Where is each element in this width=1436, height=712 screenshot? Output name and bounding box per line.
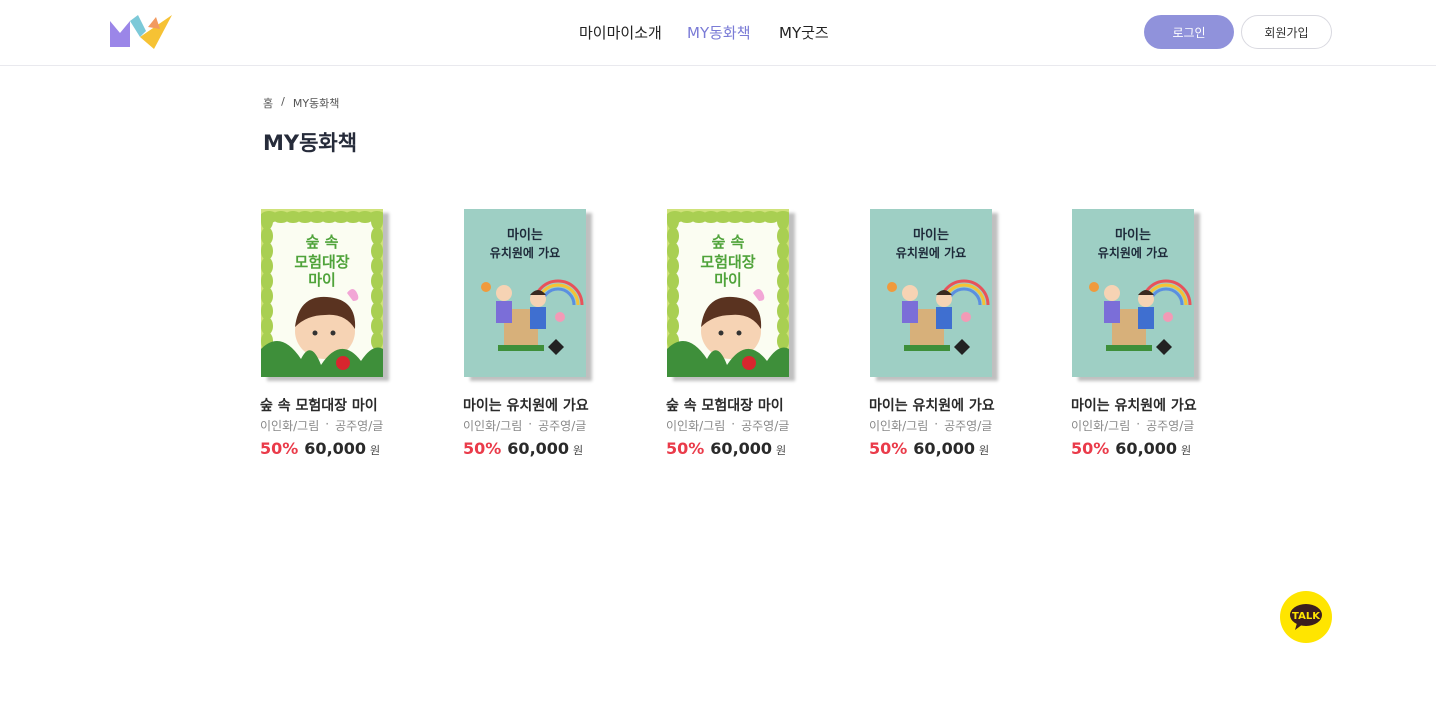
cover-illustration: 마이는유치원에 가요 [870, 209, 992, 377]
breadcrumb-separator: / [281, 95, 285, 108]
writer: 공주영/글 [538, 419, 587, 433]
bullet: · [934, 417, 939, 431]
writer: 공주영/글 [944, 419, 993, 433]
price-unit: 원 [573, 444, 584, 457]
nav-about[interactable]: 마이마이소개 [579, 22, 662, 43]
book-cover[interactable]: 마이는유치원에 가요 [462, 208, 598, 382]
product-price: 50% 60,000 원 [260, 439, 380, 458]
product-authors: 이인화/그림 · 공주영/글 [1071, 417, 1194, 434]
cover-title-line: 유치원에 가요 [896, 245, 966, 260]
cover-title-line: 숲 속 [712, 233, 745, 251]
cover-title-line: 모험대장 [294, 253, 349, 271]
product-price: 50% 60,000 원 [1071, 439, 1191, 458]
cover-title-line: 마이는 [507, 227, 543, 243]
book-cover[interactable]: 마이는유치원에 가요 [868, 208, 1004, 382]
cover-title-line: 숲 속 [306, 233, 339, 251]
chat-bubble-icon: TALK [1290, 604, 1322, 630]
breadcrumb-home[interactable]: 홈 [263, 95, 273, 111]
product-price: 50% 60,000 원 [869, 439, 989, 458]
nav-my-goods[interactable]: MY굿즈 [779, 22, 829, 43]
price: 60,000 [507, 439, 570, 458]
bullet: · [1136, 417, 1141, 431]
cover-title-line: 마이 [714, 271, 742, 289]
login-button[interactable]: 로그인 [1144, 15, 1234, 49]
bullet: · [731, 417, 736, 431]
talk-label: TALK [1292, 611, 1321, 622]
price-unit: 원 [1181, 444, 1192, 457]
illustrator: 이인화/그림 [1071, 419, 1131, 433]
cover-title-line: 마이는 [913, 227, 949, 243]
price-unit: 원 [776, 444, 787, 457]
breadcrumb-current: MY동화책 [292, 97, 340, 110]
product-authors: 이인화/그림 · 공주영/글 [260, 417, 383, 434]
cover-illustration: 숲 속모험대장마이 [261, 209, 383, 377]
site-header: 마이마이소개 MY동화책 MY굿즈 로그인 회원가입 [0, 0, 1436, 66]
kakao-talk-button[interactable]: TALK [1280, 591, 1332, 643]
nav-my-storybook[interactable]: MY동화책 [687, 22, 751, 43]
illustrator: 이인화/그림 [260, 419, 320, 433]
writer: 공주영/글 [1146, 419, 1195, 433]
discount-rate: 50% [666, 439, 705, 458]
book-cover[interactable]: 마이는유치원에 가요 [1070, 208, 1206, 382]
cover-title-line: 모험대장 [700, 253, 755, 271]
product-price: 50% 60,000 원 [463, 439, 583, 458]
breadcrumb: 홈 / MY동화책 [263, 95, 339, 111]
price: 60,000 [1115, 439, 1178, 458]
book-cover[interactable]: 숲 속모험대장 마이 [259, 208, 395, 382]
price: 60,000 [304, 439, 367, 458]
bullet: · [325, 417, 330, 431]
discount-rate: 50% [260, 439, 299, 458]
price-unit: 원 [370, 444, 381, 457]
product-title[interactable]: 마이는 유치원에 가요 [1071, 395, 1197, 415]
price: 60,000 [913, 439, 976, 458]
cover-title-line: 유치원에 가요 [1098, 245, 1168, 260]
product-title[interactable]: 숲 속 모험대장 마이 [666, 395, 784, 415]
price: 60,000 [710, 439, 773, 458]
page-title: MY동화책 [263, 131, 358, 155]
writer: 공주영/글 [741, 419, 790, 433]
product-title[interactable]: 마이는 유치원에 가요 [869, 395, 995, 415]
price-unit: 원 [979, 444, 990, 457]
illustrator: 이인화/그림 [869, 419, 929, 433]
discount-rate: 50% [463, 439, 502, 458]
cover-illustration: 마이는유치원에 가요 [1072, 209, 1194, 377]
illustrator: 이인화/그림 [463, 419, 523, 433]
cover-title-line: 마이는 [1115, 227, 1151, 243]
product-authors: 이인화/그림 · 공주영/글 [666, 417, 789, 434]
cover-illustration: 숲 속모험대장마이 [667, 209, 789, 377]
discount-rate: 50% [869, 439, 908, 458]
product-title[interactable]: 마이는 유치원에 가요 [463, 395, 589, 415]
illustrator: 이인화/그림 [666, 419, 726, 433]
book-cover[interactable]: 숲 속모험대장 마이 [665, 208, 801, 382]
cover-title-line: 마이 [308, 271, 336, 289]
discount-rate: 50% [1071, 439, 1110, 458]
product-price: 50% 60,000 원 [666, 439, 786, 458]
product-authors: 이인화/그림 · 공주영/글 [869, 417, 992, 434]
cover-title-line: 유치원에 가요 [490, 245, 560, 260]
signup-button[interactable]: 회원가입 [1241, 15, 1332, 49]
cover-illustration: 마이는유치원에 가요 [464, 209, 586, 377]
bullet: · [528, 417, 533, 431]
product-title[interactable]: 숲 속 모험대장 마이 [260, 395, 378, 415]
writer: 공주영/글 [335, 419, 384, 433]
product-authors: 이인화/그림 · 공주영/글 [463, 417, 586, 434]
